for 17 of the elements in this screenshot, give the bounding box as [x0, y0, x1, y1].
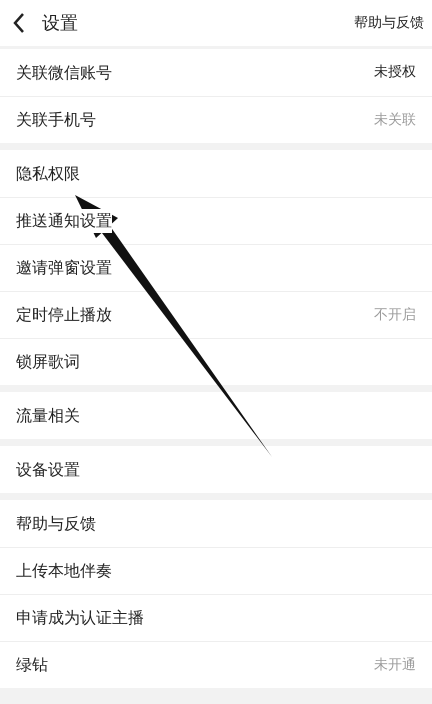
row-label: 推送通知设置 [16, 209, 112, 233]
row-value: 未关联 [374, 110, 416, 130]
settings-row[interactable]: 关联手机号 未关联 [0, 96, 432, 143]
settings-row[interactable]: 隐私权限 [0, 150, 432, 197]
row-value: 未开通 [374, 656, 416, 674]
settings-row[interactable]: 申请成为认证主播 [0, 594, 432, 641]
settings-row[interactable]: 关联微信账号 未授权 [0, 49, 432, 96]
back-icon[interactable] [12, 12, 26, 34]
settings-row[interactable]: 上传本地伴奏 [0, 547, 432, 594]
settings-row[interactable]: 绿钻 未开通 [0, 641, 432, 688]
settings-row[interactable]: 帮助与反馈 [0, 500, 432, 547]
row-value: 未授权 [374, 63, 416, 82]
row-value: 不开启 [374, 306, 416, 324]
page-title: 设置 [42, 12, 78, 36]
settings-row[interactable]: 流量相关 [0, 392, 432, 439]
help-feedback-link[interactable]: 帮助与反馈 [354, 12, 424, 34]
settings-row[interactable]: 设备设置 [0, 446, 432, 493]
